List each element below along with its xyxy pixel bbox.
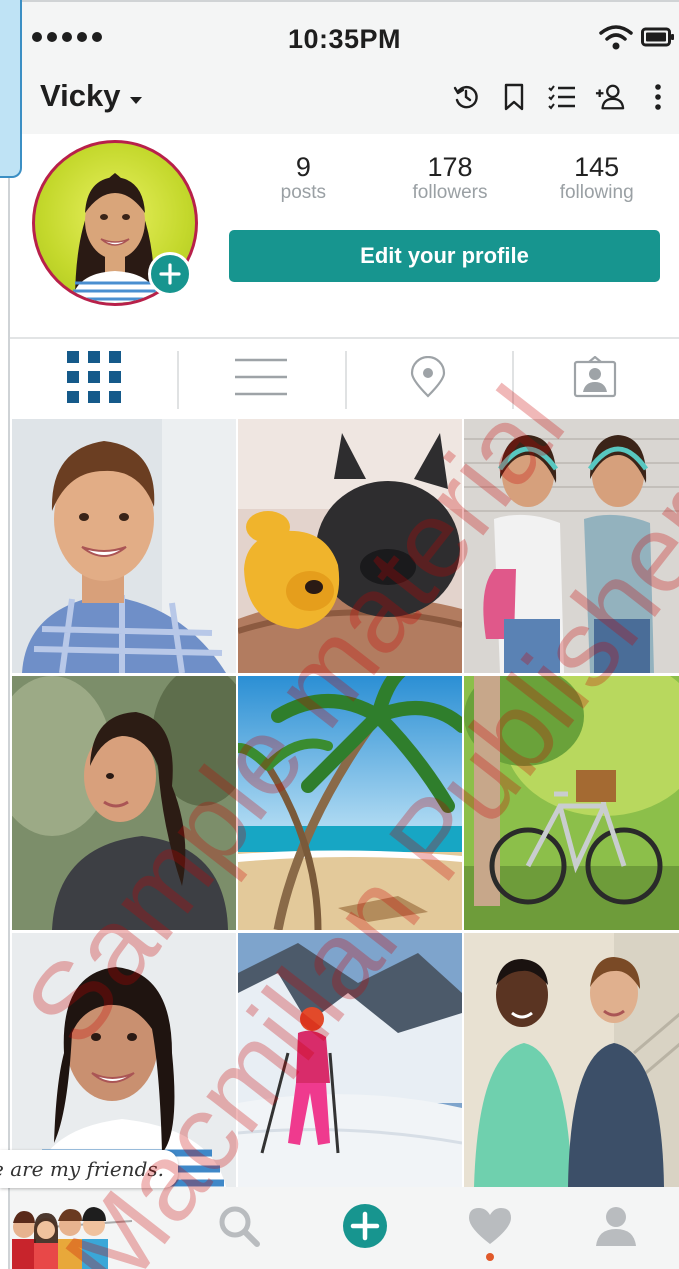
left-side-tab xyxy=(0,0,22,178)
photo-tile[interactable] xyxy=(238,419,462,673)
photo-man-plaid xyxy=(12,419,236,673)
stat-followers[interactable]: 178 followers xyxy=(377,152,524,204)
notification-dot xyxy=(486,1253,495,1261)
nav-add-post[interactable] xyxy=(302,1187,428,1269)
profile-header: Vicky xyxy=(10,76,679,134)
location-icon xyxy=(409,355,447,403)
photo-tile[interactable] xyxy=(464,933,679,1187)
add-story-button[interactable] xyxy=(148,252,192,296)
tab-list[interactable] xyxy=(177,339,344,419)
left-edge-bar xyxy=(0,0,10,1269)
photo-tile[interactable] xyxy=(464,676,679,930)
add-user-icon[interactable] xyxy=(595,82,625,112)
bottom-nav xyxy=(10,1187,679,1269)
photo-tile[interactable] xyxy=(12,419,236,673)
list-icon[interactable] xyxy=(547,82,577,112)
friends-illustration xyxy=(10,1187,176,1269)
bookmark-icon[interactable] xyxy=(499,82,529,112)
history-icon[interactable] xyxy=(451,82,481,112)
nav-search[interactable] xyxy=(176,1187,302,1269)
status-bar: 10:35PM xyxy=(10,0,679,76)
wifi-icon xyxy=(599,24,633,55)
stat-label: followers xyxy=(412,182,488,203)
grid-icon xyxy=(66,350,121,408)
stat-label: posts xyxy=(280,182,327,203)
tab-location[interactable] xyxy=(344,339,512,419)
search-icon xyxy=(218,1205,260,1252)
heart-icon xyxy=(467,1206,513,1251)
photo-girl-ponytail xyxy=(12,676,236,930)
photo-bicycle xyxy=(464,676,679,930)
tab-grid[interactable] xyxy=(10,339,177,419)
stat-following[interactable]: 145 following xyxy=(523,152,670,204)
profile-summary: 9 posts 178 followers 145 following Edit… xyxy=(10,134,679,339)
stat-value: 145 xyxy=(574,152,620,182)
more-icon[interactable] xyxy=(643,82,673,112)
photo-palm-beach xyxy=(238,676,462,930)
edit-profile-button[interactable]: Edit your profile xyxy=(229,230,660,282)
stat-posts[interactable]: 9 posts xyxy=(230,152,377,204)
stat-label: following xyxy=(559,182,634,203)
nav-activity[interactable] xyxy=(428,1187,554,1269)
username-label: Vicky xyxy=(40,78,121,113)
photo-tile[interactable] xyxy=(12,676,236,930)
stat-value: 9 xyxy=(295,152,311,182)
photo-skier xyxy=(238,933,462,1187)
nav-profile[interactable] xyxy=(553,1187,679,1269)
profile-tabs xyxy=(10,339,679,419)
profile-icon xyxy=(595,1205,637,1252)
add-post-icon xyxy=(342,1203,388,1254)
profile-stats: 9 posts 178 followers 145 following xyxy=(230,152,670,204)
photo-tile[interactable] xyxy=(464,419,679,673)
photo-girl-looking-up xyxy=(12,933,236,1187)
photo-girls-headphones xyxy=(464,419,679,673)
battery-icon xyxy=(641,26,675,53)
photo-dog-toy xyxy=(238,419,462,673)
photo-tile[interactable] xyxy=(12,933,236,1187)
photo-tile[interactable] xyxy=(238,933,462,1187)
caption-bubble: se are my friends. xyxy=(0,1150,178,1188)
status-time: 10:35PM xyxy=(287,24,402,54)
stat-value: 178 xyxy=(427,152,473,182)
list-view-icon xyxy=(234,358,287,401)
tagged-icon xyxy=(573,355,617,403)
photo-boys-backpacks xyxy=(464,933,679,1187)
chevron-down-icon xyxy=(130,96,143,104)
photo-tile[interactable] xyxy=(238,676,462,930)
photo-grid xyxy=(12,419,679,1187)
tab-tagged[interactable] xyxy=(511,339,679,419)
account-switcher[interactable]: Vicky xyxy=(40,78,143,114)
